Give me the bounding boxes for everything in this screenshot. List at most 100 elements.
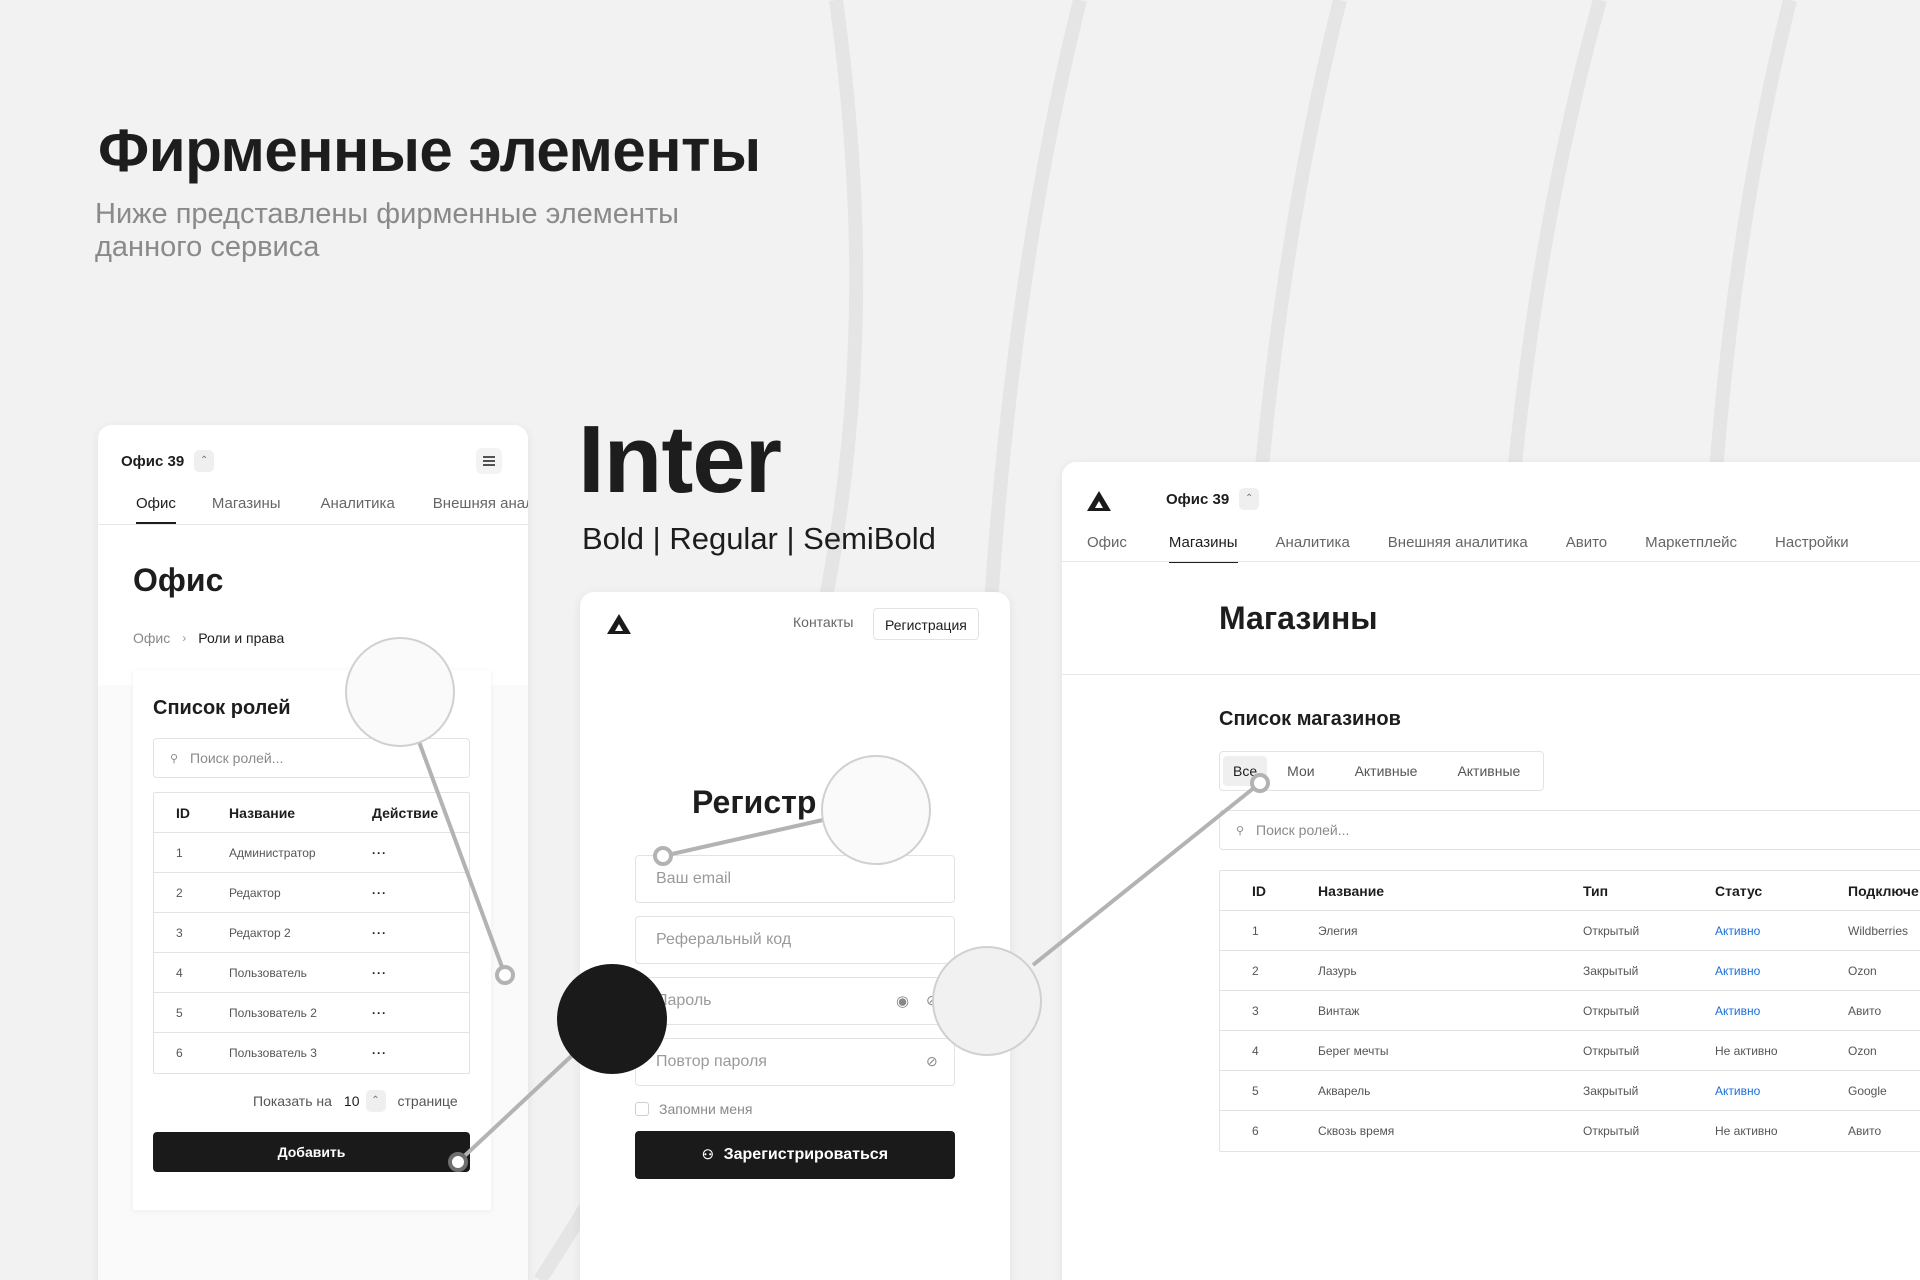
callout-anchor (495, 965, 515, 985)
stores-tabs: Офис Магазины Аналитика Внешняя аналитик… (1087, 534, 1849, 563)
status-badge: Не активно (1715, 1044, 1778, 1058)
search-icon: ⚲ (1235, 824, 1245, 837)
menu-icon (483, 456, 495, 466)
tab-analytics[interactable]: Аналитика (1276, 534, 1350, 563)
referral-field[interactable]: Реферальный код (635, 916, 955, 964)
font-weights: Bold | Regular | SemiBold (582, 521, 936, 556)
chevron-updown-icon: ⌃ (1239, 488, 1260, 510)
more-icon[interactable]: ··· (372, 833, 387, 873)
tab-settings[interactable]: Настройки (1775, 534, 1849, 563)
tab-office[interactable]: Офис (136, 495, 176, 524)
roles-tabs: Офис Магазины Аналитика Внешняя анал (136, 495, 528, 524)
table-row[interactable]: 5 Акварель Закрытый Активно Google (1220, 1071, 1920, 1111)
status-badge: Не активно (1715, 1124, 1778, 1138)
callout-magnifier (557, 964, 667, 1074)
table-header: ID Название Действие (154, 793, 469, 833)
callout-anchor (448, 1152, 468, 1172)
stores-list-title: Список магазинов (1219, 708, 1401, 730)
breadcrumb-office[interactable]: Офис (133, 630, 170, 646)
table-row[interactable]: 6 Пользователь 3 ··· (154, 1033, 469, 1073)
password-repeat-field[interactable]: Повтор пароля ⊘ (635, 1038, 955, 1086)
font-name: Inter (578, 406, 782, 513)
office-selector[interactable]: Офис 39 ⌃ (121, 450, 215, 472)
chevron-updown-icon: ⌃ (365, 1090, 386, 1112)
more-icon[interactable]: ··· (372, 1033, 387, 1073)
more-icon[interactable]: ··· (372, 993, 387, 1033)
add-button[interactable]: Добавить (153, 1132, 470, 1172)
stores-search-input[interactable]: ⚲ Поиск ролей... (1219, 810, 1920, 850)
stores-card: Офис 39 ⌃ Офис Магазины Аналитика Внешня… (1062, 462, 1920, 1280)
breadcrumb: Офис › Роли и права (133, 630, 284, 646)
roles-card: Офис 39 ⌃ Офис Магазины Аналитика Внешня… (98, 425, 528, 1280)
table-row[interactable]: 2 Редактор ··· (154, 873, 469, 913)
tab-stores[interactable]: Магазины (212, 495, 281, 524)
tabs-divider (98, 524, 528, 525)
callout-anchor (1250, 773, 1270, 793)
callout-anchor (653, 846, 673, 866)
remember-checkbox[interactable] (635, 1102, 649, 1116)
status-badge: Активно (1715, 1084, 1761, 1098)
password-field[interactable]: Пароль ◉ ⊘ (635, 977, 955, 1025)
table-header: ID Название Тип Статус Подключе (1220, 871, 1920, 911)
tab-marketplace[interactable]: Маркетплейс (1645, 534, 1737, 563)
email-field[interactable]: Ваш email (635, 855, 955, 903)
tab-office[interactable]: Офис (1087, 534, 1127, 563)
table-row[interactable]: 4 Пользователь ··· (154, 953, 469, 993)
filter-active[interactable]: Активные (1335, 756, 1438, 786)
roles-table: ID Название Действие 1 Администратор ··· 2… (153, 792, 470, 1074)
user-icon: ⚇ (701, 1147, 714, 1162)
table-row[interactable]: 1 Элегия Открытый Активно Wildberries (1220, 911, 1920, 951)
register-title: Регистр (692, 784, 817, 820)
table-row[interactable]: 2 Лазурь Закрытый Активно Ozon (1220, 951, 1920, 991)
table-row[interactable]: 3 Винтаж Открытый Активно Авито (1220, 991, 1920, 1031)
table-row[interactable]: 5 Пользователь 2 ··· (154, 993, 469, 1033)
office-selector[interactable]: Офис 39 ⌃ (1166, 488, 1260, 510)
title-divider (1062, 674, 1920, 675)
tab-external[interactable]: Внешняя анал (433, 495, 528, 524)
callout-magnifier (932, 946, 1042, 1056)
office-name: Офис 39 (1166, 490, 1230, 508)
register-submit-button[interactable]: ⚇ Зарегистрироваться (635, 1131, 955, 1179)
tab-external-analytics[interactable]: Внешняя аналитика (1388, 534, 1528, 563)
page-size-select[interactable]: 10 ⌃ (344, 1090, 386, 1112)
breadcrumb-roles: Роли и права (198, 630, 285, 646)
more-icon[interactable]: ··· (372, 953, 387, 993)
more-icon[interactable]: ··· (372, 913, 387, 953)
table-row[interactable]: 1 Администратор ··· (154, 833, 469, 873)
tabs-divider (1062, 561, 1920, 562)
page-title: Фирменные элементы (98, 117, 761, 184)
filter-active-2[interactable]: Активные (1437, 756, 1540, 786)
eye-icon[interactable]: ◉ (896, 992, 909, 1010)
register-nav-button[interactable]: Регистрация (873, 608, 979, 640)
tab-avito[interactable]: Авито (1566, 534, 1607, 563)
table-row[interactable]: 4 Берег мечты Открытый Не активно Ozon (1220, 1031, 1920, 1071)
callout-magnifier (345, 637, 455, 747)
roles-list-title: Список ролей (153, 697, 291, 719)
more-icon[interactable]: ··· (372, 873, 387, 913)
eye-off-icon[interactable]: ⊘ (926, 1053, 938, 1070)
tab-stores[interactable]: Магазины (1168, 534, 1238, 563)
logo-icon (607, 614, 631, 634)
stores-table: ID Название Тип Статус Подключе 1 Элегия О… (1219, 870, 1920, 1152)
status-badge: Активно (1715, 924, 1761, 938)
table-row[interactable]: 6 Сквозь время Открытый Не активно Авито (1220, 1111, 1920, 1151)
logo-icon (1087, 491, 1111, 511)
chevron-updown-icon: ⌃ (194, 450, 215, 472)
roles-list-panel: Список ролей ⚲ Поиск ролей... ID Названи… (133, 670, 491, 1210)
table-row[interactable]: 3 Редактор 2 ··· (154, 913, 469, 953)
office-title: Офис (133, 562, 224, 598)
remember-me[interactable]: Запомни меня (635, 1101, 752, 1117)
callout-magnifier (821, 755, 931, 865)
roles-search-input[interactable]: ⚲ Поиск ролей... (153, 738, 470, 778)
tab-analytics[interactable]: Аналитика (321, 495, 395, 524)
search-icon: ⚲ (169, 752, 179, 765)
filter-mine[interactable]: Мои (1267, 756, 1334, 786)
contacts-link[interactable]: Контакты (793, 614, 853, 630)
office-name: Офис 39 (121, 452, 185, 470)
pagination: Показать на 10 ⌃ странице (253, 1090, 458, 1112)
menu-button[interactable] (476, 448, 502, 474)
status-badge: Активно (1715, 964, 1761, 978)
breadcrumb-separator-icon: › (182, 631, 187, 645)
stores-title: Магазины (1219, 600, 1378, 636)
status-badge: Активно (1715, 1004, 1761, 1018)
